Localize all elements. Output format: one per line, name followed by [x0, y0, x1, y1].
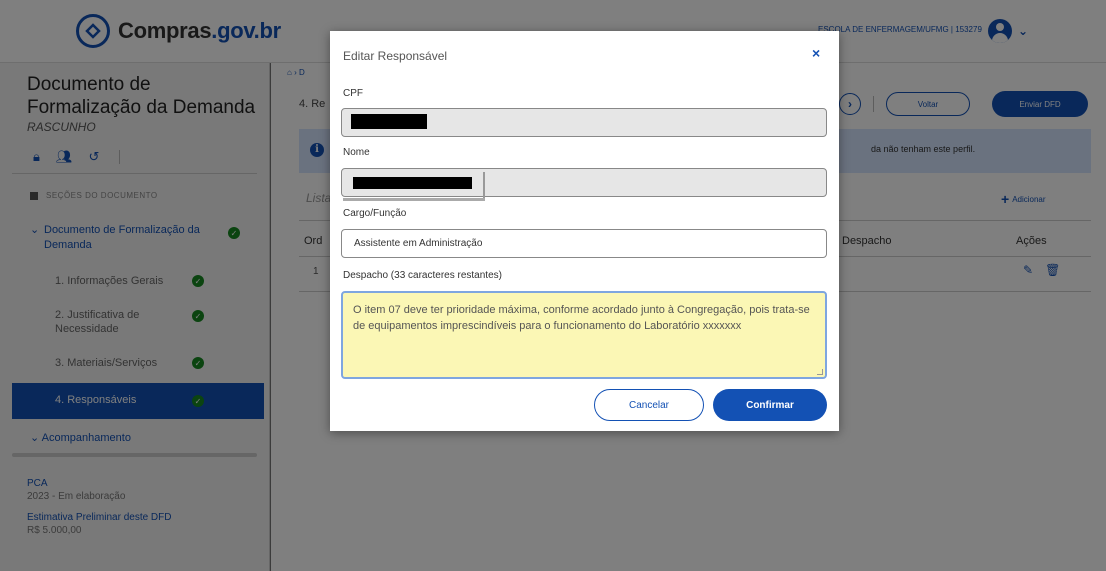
cancel-button[interactable]: Cancelar [594, 389, 704, 421]
confirm-button[interactable]: Confirmar [713, 389, 827, 421]
nome-field [341, 168, 827, 201]
resize-handle[interactable] [817, 369, 823, 375]
cargo-value: Assistente em Administração [354, 238, 483, 249]
cpf-label: CPF [343, 88, 363, 99]
edit-responsavel-dialog: Editar Responsável × CPF Nome Cargo/Funç… [330, 31, 839, 431]
redaction-block [351, 114, 427, 129]
cargo-input[interactable]: Assistente em Administração [341, 229, 827, 258]
nome-label: Nome [343, 147, 370, 158]
despacho-label: Despacho (33 caracteres restantes) [343, 270, 502, 281]
redaction-edge [343, 198, 485, 201]
redaction-block [353, 177, 472, 189]
redaction-edge [483, 172, 485, 198]
close-icon[interactable]: × [812, 45, 820, 61]
despacho-textarea[interactable]: O item 07 deve ter prioridade máxima, co… [341, 291, 827, 379]
cpf-field [341, 108, 827, 137]
cargo-label: Cargo/Função [343, 208, 407, 219]
despacho-value: O item 07 deve ter prioridade máxima, co… [353, 304, 810, 332]
dialog-title: Editar Responsável [343, 49, 448, 63]
